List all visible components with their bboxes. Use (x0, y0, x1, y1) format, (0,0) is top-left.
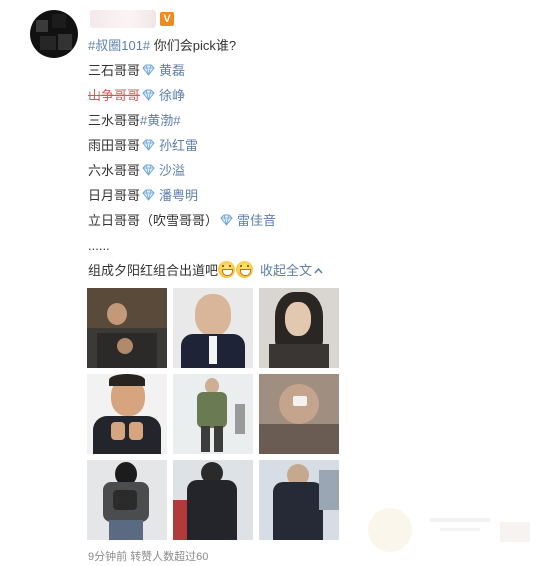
mention-link[interactable]: 潘粤明 (159, 188, 198, 203)
photo-thumbnail[interactable] (173, 288, 253, 368)
photo-thumbnail[interactable] (259, 460, 339, 540)
nickname-text: 三水哥哥 (88, 113, 141, 128)
username-blurred[interactable] (90, 10, 156, 28)
diamond-icon (220, 214, 233, 226)
post-meta: 9分钟前 转赞人数超过60 (88, 548, 208, 564)
nickname-text-highlighted: 山争哥哥 (88, 88, 141, 103)
chevron-up-icon (314, 267, 323, 274)
grin-emoji-icon (218, 261, 236, 278)
diamond-icon (142, 189, 155, 201)
ellipsis-text: ...... (88, 238, 110, 253)
photo-thumbnail[interactable] (87, 288, 167, 368)
grin-emoji-icon (236, 261, 254, 278)
nickname-text: 三石哥哥 (88, 63, 141, 78)
post-body: #叔圈101# 你们会pick谁? 三石哥哥 黄磊 山争哥哥 徐峥 三水哥哥#黄渤#… (88, 36, 388, 286)
list-item: 山争哥哥 徐峥 (88, 86, 388, 111)
list-item: 雨田哥哥 孙红雷 (88, 136, 388, 161)
collapse-label: 收起全文 (260, 263, 313, 278)
photo-thumbnail[interactable] (87, 460, 167, 540)
mention-link[interactable]: 孙红雷 (159, 138, 198, 153)
list-item: 日月哥哥 潘粤明 (88, 186, 388, 211)
list-item: 三石哥哥 黄磊 (88, 61, 388, 86)
topic-link[interactable]: #黄渤# (140, 113, 180, 128)
closing-text: 组成夕阳红组合出道吧 (88, 263, 219, 278)
repost-count: 转赞人数超过60 (130, 551, 209, 563)
photo-thumbnail[interactable] (173, 460, 253, 540)
photo-thumbnail[interactable] (259, 374, 339, 454)
diamond-icon (142, 164, 155, 176)
mention-link[interactable]: 徐峥 (159, 88, 185, 103)
list-item: 立日哥哥（吹雪哥哥） 雷佳音 (88, 211, 388, 236)
diamond-icon (142, 139, 155, 151)
collapse-button[interactable]: 收起全文 (260, 263, 323, 278)
nickname-text: 日月哥哥 (88, 188, 141, 203)
nickname-text: 雨田哥哥 (88, 138, 141, 153)
verified-badge-icon: V (160, 12, 174, 26)
nickname-text: 六水哥哥 (88, 163, 141, 178)
post-time[interactable]: 9分钟前 (88, 551, 127, 563)
diamond-icon (142, 64, 155, 76)
photo-thumbnail[interactable] (259, 288, 339, 368)
list-item: 三水哥哥#黄渤# (88, 111, 388, 136)
photo-thumbnail[interactable] (87, 374, 167, 454)
mention-link[interactable]: 雷佳音 (237, 213, 276, 228)
closing-line: 组成夕阳红组合出道吧 收起全文 (88, 261, 388, 286)
avatar[interactable] (30, 10, 78, 58)
diamond-icon (142, 89, 155, 101)
faded-watermark-image (360, 498, 540, 558)
photo-thumbnail[interactable] (173, 374, 253, 454)
nickname-text: 立日哥哥（吹雪哥哥） (88, 213, 219, 228)
list-item: 六水哥哥 沙溢 (88, 161, 388, 186)
post-question: 你们会pick谁? (150, 38, 237, 53)
post-first-line: #叔圈101# 你们会pick谁? (88, 36, 388, 61)
mention-link[interactable]: 沙溢 (159, 163, 185, 178)
mention-link[interactable]: 黄磊 (159, 63, 185, 78)
topic-link[interactable]: #叔圈101# (88, 38, 150, 53)
